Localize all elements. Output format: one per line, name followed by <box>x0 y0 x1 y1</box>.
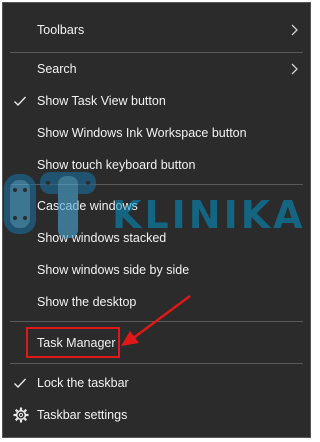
menu-item-show-windows-side-by-side[interactable]: Show windows side by side <box>3 255 310 285</box>
menu-separator <box>10 363 303 364</box>
menu-item-show-windows-ink-workspace-button[interactable]: Show Windows Ink Workspace button <box>3 118 310 148</box>
menu-item-label: Taskbar settings <box>37 408 128 422</box>
menu-item-lock-the-taskbar[interactable]: Lock the taskbar <box>3 368 310 398</box>
menu-separator <box>10 52 303 53</box>
menu-separator <box>10 184 303 185</box>
gear-icon <box>13 407 29 423</box>
menu-item-taskbar-settings[interactable]: Taskbar settings <box>3 400 310 430</box>
checkmark-icon <box>14 96 27 107</box>
red-arrow-annotation <box>121 295 191 346</box>
task-manager-highlight-box <box>26 327 120 358</box>
menu-item-label: Show Windows Ink Workspace button <box>37 126 247 140</box>
watermark-text: KLINIKA <box>112 193 306 237</box>
chevron-right-icon <box>291 24 298 36</box>
menu-item-label: Lock the taskbar <box>37 376 129 390</box>
menu-item-label: Toolbars <box>37 23 85 37</box>
menu-item-show-task-view-button[interactable]: Show Task View button <box>3 86 310 116</box>
menu-item-label: Show windows side by side <box>37 263 190 277</box>
menu-item-show-touch-keyboard-button[interactable]: Show touch keyboard button <box>3 150 310 180</box>
checkmark-icon <box>14 378 27 389</box>
menu-item-label: Show Task View button <box>37 94 166 108</box>
menu-item-search[interactable]: Search <box>3 54 310 84</box>
menu-item-label: Show touch keyboard button <box>37 158 196 172</box>
menu-item-toolbars[interactable]: Toolbars <box>3 15 310 45</box>
menu-item-label: Search <box>37 62 77 76</box>
chevron-right-icon <box>291 63 298 75</box>
